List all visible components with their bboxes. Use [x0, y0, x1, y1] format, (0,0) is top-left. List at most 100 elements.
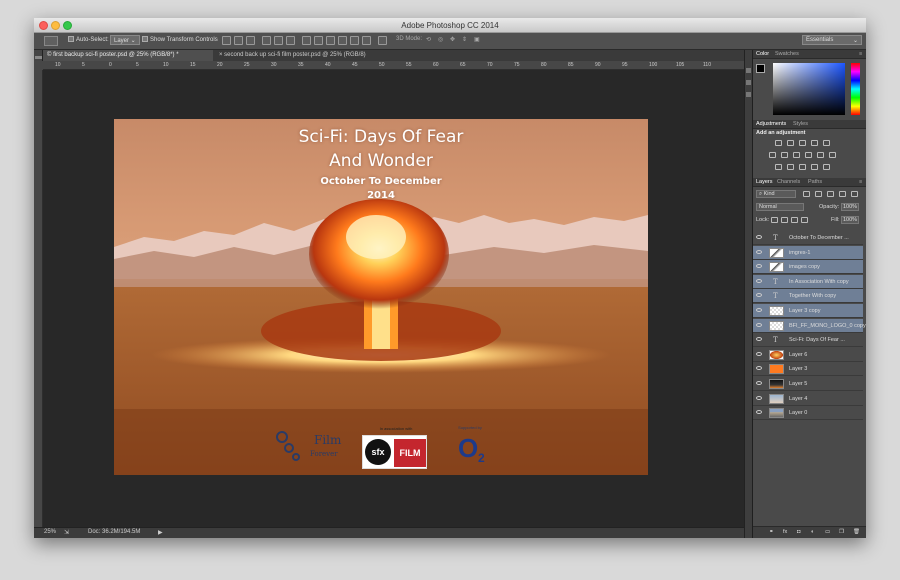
- distribute-left-icon[interactable]: [338, 36, 347, 45]
- layer-mask-icon[interactable]: ◘: [797, 529, 800, 535]
- visibility-eye-icon[interactable]: [756, 235, 762, 239]
- workspace-dropdown[interactable]: Essentials ⌄: [802, 35, 862, 45]
- vibrance-adjust-icon[interactable]: [823, 140, 830, 146]
- distribute-top-icon[interactable]: [302, 36, 311, 45]
- new-layer-icon[interactable]: ❐: [839, 529, 844, 535]
- filter-adjustment-icon[interactable]: [815, 191, 822, 197]
- filter-type-icon[interactable]: [827, 191, 834, 197]
- lock-transparency-icon[interactable]: [771, 217, 778, 223]
- invert-adjust-icon[interactable]: [775, 164, 782, 170]
- properties-panel-icon[interactable]: [746, 80, 751, 85]
- fill-input[interactable]: 100%: [841, 216, 859, 224]
- zoom-window-icon[interactable]: [63, 21, 72, 30]
- align-hcenter-icon[interactable]: [274, 36, 283, 45]
- layer-row[interactable]: T October To December ...: [753, 231, 863, 245]
- layer-row[interactable]: images copy: [753, 260, 863, 275]
- tab-channels[interactable]: Channels: [777, 179, 800, 185]
- color-balance-adjust-icon[interactable]: [781, 152, 788, 158]
- show-transform-checkbox[interactable]: Show Transform Controls: [142, 36, 218, 43]
- move-tool-icon[interactable]: [35, 56, 42, 59]
- status-menu-arrow-icon[interactable]: ▶: [158, 529, 163, 536]
- tab-color[interactable]: Color: [756, 51, 769, 57]
- tab-styles[interactable]: Styles: [793, 121, 808, 127]
- layer-row[interactable]: Layer 4: [753, 391, 863, 406]
- layer-row[interactable]: Layer 3 copy: [753, 304, 863, 318]
- align-left-icon[interactable]: [262, 36, 271, 45]
- distribute-right-icon[interactable]: [362, 36, 371, 45]
- visibility-eye-icon[interactable]: [756, 293, 762, 298]
- visibility-eye-icon[interactable]: [756, 278, 762, 283]
- move-tool-preset-icon[interactable]: [44, 36, 58, 46]
- threshold-adjust-icon[interactable]: [799, 164, 806, 170]
- align-right-icon[interactable]: [286, 36, 295, 45]
- layer-row[interactable]: Layer 6: [753, 347, 863, 362]
- lock-pixels-icon[interactable]: [781, 217, 788, 223]
- visibility-eye-icon[interactable]: [756, 351, 762, 356]
- curves-adjust-icon[interactable]: [799, 140, 806, 146]
- visibility-eye-icon[interactable]: [756, 410, 762, 415]
- checkbox-icon[interactable]: [68, 36, 74, 42]
- align-vcenter-icon[interactable]: [234, 36, 243, 45]
- align-top-icon[interactable]: [222, 36, 231, 45]
- visibility-eye-icon[interactable]: [756, 249, 762, 254]
- layer-style-icon[interactable]: fx: [783, 529, 787, 535]
- horizontal-ruler[interactable]: 10 5 0 5 10 15 20 25 30 35 40 45 50 55 60 65 70 75 80 85 90 9…: [43, 61, 744, 70]
- auto-select-dropdown[interactable]: Layer ⌄: [110, 35, 140, 45]
- layer-row[interactable]: T Together With copy: [753, 289, 863, 304]
- zoom-level[interactable]: 25%: [44, 529, 56, 535]
- channel-mixer-adjust-icon[interactable]: [817, 152, 824, 158]
- visibility-eye-icon[interactable]: [756, 322, 762, 327]
- levels-adjust-icon[interactable]: [787, 140, 794, 146]
- minimize-window-icon[interactable]: [51, 21, 60, 30]
- visibility-eye-icon[interactable]: [756, 366, 762, 371]
- link-layers-icon[interactable]: ⚭: [769, 529, 774, 535]
- tab-paths[interactable]: Paths: [808, 179, 822, 185]
- visibility-eye-icon[interactable]: [756, 381, 762, 385]
- brightness-adjust-icon[interactable]: [775, 140, 782, 146]
- tab-swatches[interactable]: Swatches: [775, 51, 799, 57]
- opacity-input[interactable]: 100%: [841, 203, 859, 211]
- hue-saturation-adjust-icon[interactable]: [769, 152, 776, 158]
- slide-3d-icon[interactable]: ⇕: [462, 36, 467, 43]
- layer-row[interactable]: imgres-1: [753, 245, 863, 260]
- layer-row[interactable]: Layer 5: [753, 377, 863, 391]
- canvas-area[interactable]: Sci-Fi: Days Of Fear And Wonder October …: [43, 70, 744, 527]
- filter-pixel-icon[interactable]: [803, 191, 810, 197]
- exposure-adjust-icon[interactable]: [811, 140, 818, 146]
- distribute-hcenter-icon[interactable]: [350, 36, 359, 45]
- scale-3d-icon[interactable]: ▣: [474, 36, 480, 43]
- distribute-bottom-icon[interactable]: [326, 36, 335, 45]
- vertical-ruler[interactable]: [34, 70, 43, 527]
- delete-layer-icon[interactable]: 🗑: [853, 529, 860, 535]
- auto-select-checkbox[interactable]: Auto-Select:: [68, 36, 109, 43]
- visibility-eye-icon[interactable]: [756, 395, 762, 400]
- tab-layers[interactable]: Layers: [756, 179, 773, 185]
- layer-row[interactable]: T Sci-Fi: Days Of Fear ...: [753, 333, 863, 348]
- panel-menu-icon[interactable]: ≡: [859, 51, 862, 57]
- visibility-eye-icon[interactable]: [756, 264, 762, 269]
- checkbox-icon[interactable]: [142, 36, 148, 42]
- layer-row[interactable]: Layer 3: [753, 362, 863, 377]
- export-icon[interactable]: ⇲: [64, 529, 69, 536]
- posterize-adjust-icon[interactable]: [787, 164, 794, 170]
- tab-first-backup[interactable]: © first backup sci-fi poster.psd @ 25% (…: [43, 50, 213, 61]
- layer-row[interactable]: BFI_FF_MONO_LOGO_0 copy: [753, 318, 866, 333]
- color-lookup-adjust-icon[interactable]: [829, 152, 836, 158]
- filter-smart-object-icon[interactable]: [851, 191, 858, 197]
- lock-all-icon[interactable]: [801, 217, 808, 223]
- visibility-eye-icon[interactable]: [756, 337, 762, 342]
- roll-3d-icon[interactable]: ◎: [438, 36, 443, 43]
- hue-slider[interactable]: [851, 63, 860, 115]
- tab-second-backup[interactable]: × second back up sci-fi film poster.psd …: [215, 50, 375, 61]
- filter-shape-icon[interactable]: [839, 191, 846, 197]
- poster-artwork[interactable]: Sci-Fi: Days Of Fear And Wonder October …: [114, 119, 648, 475]
- history-panel-icon[interactable]: [746, 68, 751, 73]
- new-group-icon[interactable]: ▭: [825, 529, 830, 535]
- orbit-3d-icon[interactable]: ⟲: [426, 36, 431, 43]
- selective-color-adjust-icon[interactable]: [823, 164, 830, 170]
- auto-align-icon[interactable]: [378, 36, 387, 45]
- layer-filter-kind[interactable]: ⌕ Kind: [756, 190, 796, 198]
- photo-filter-adjust-icon[interactable]: [805, 152, 812, 158]
- panel-menu-icon[interactable]: ≡: [859, 179, 862, 185]
- color-spectrum-field[interactable]: [773, 63, 845, 115]
